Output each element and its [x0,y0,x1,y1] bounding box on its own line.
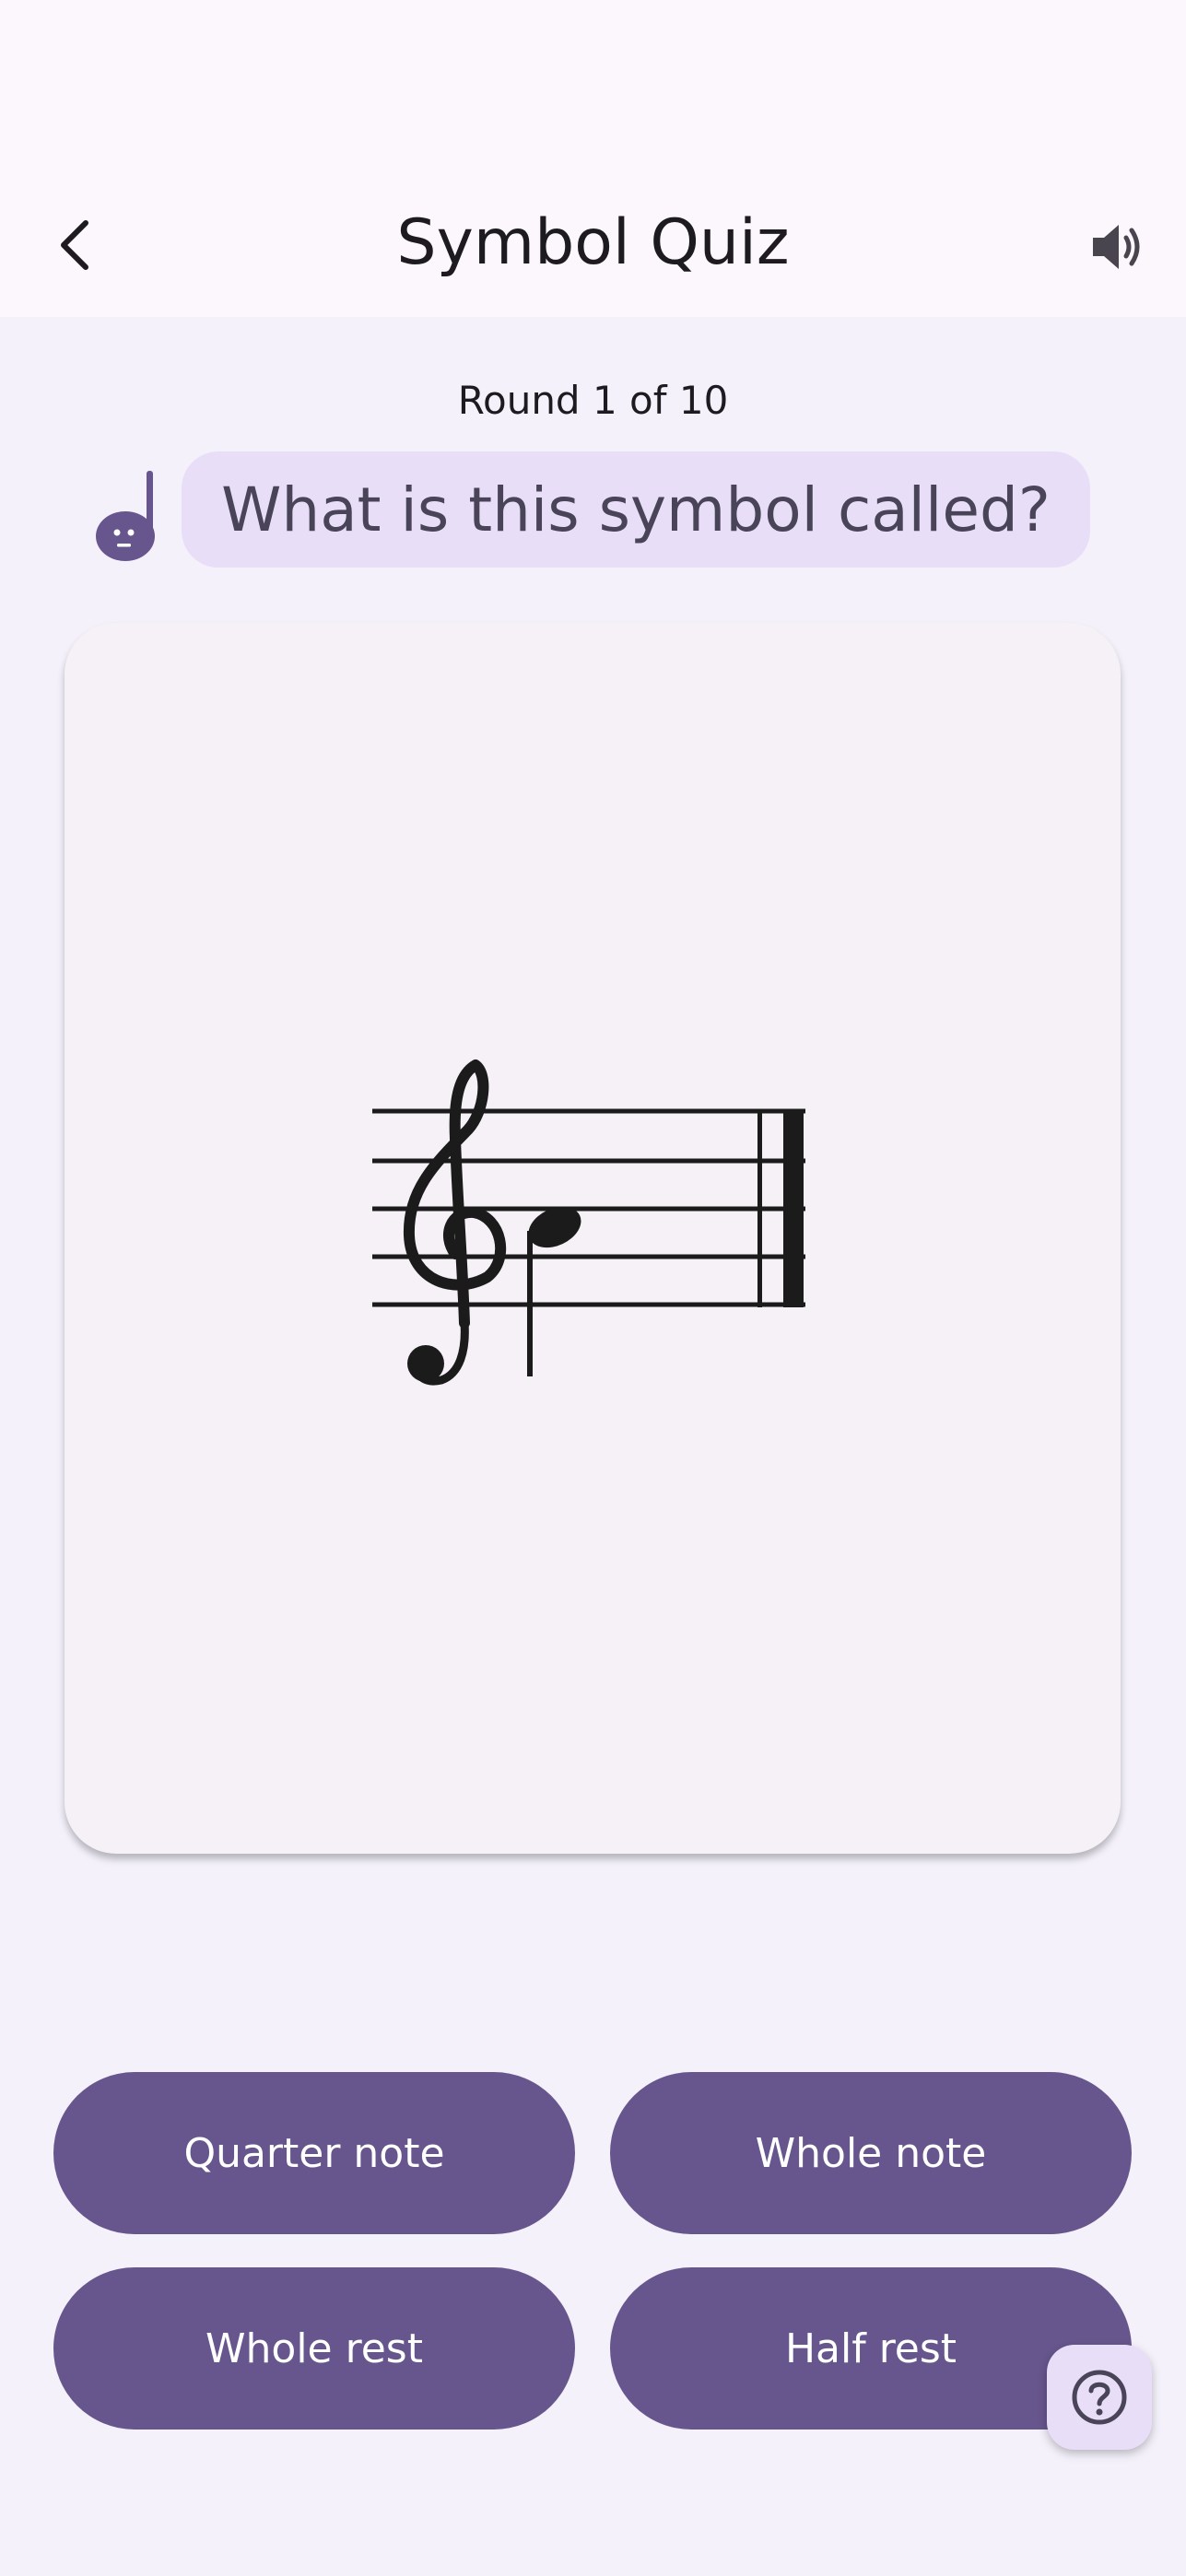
back-button[interactable] [37,206,114,284]
answer-button-whole-rest[interactable]: Whole rest [53,2267,575,2430]
answer-button-quarter-note[interactable]: Quarter note [53,2072,575,2234]
round-counter: Round 1 of 10 [457,378,729,423]
clef-tail-dot [407,1345,444,1382]
app-bar: Symbol Quiz [0,184,1186,317]
question-prompt: What is this symbol called? [221,474,1051,545]
speaker-icon [1093,225,1140,269]
answer-button-whole-note[interactable]: Whole note [610,2072,1132,2234]
symbol-card [65,623,1121,1854]
music-note-mascot-icon [96,471,155,561]
help-button[interactable] [1047,2345,1152,2450]
status-bar-area [0,0,1186,184]
chevron-left-icon [61,220,88,270]
question-bubble: What is this symbol called? [182,451,1090,568]
treble-clef-staff-image [372,1060,805,1386]
quarter-note [527,1206,581,1376]
page-title: Symbol Quiz [396,206,790,279]
help-icon [1072,2370,1127,2425]
sound-toggle-button[interactable] [1080,208,1157,286]
